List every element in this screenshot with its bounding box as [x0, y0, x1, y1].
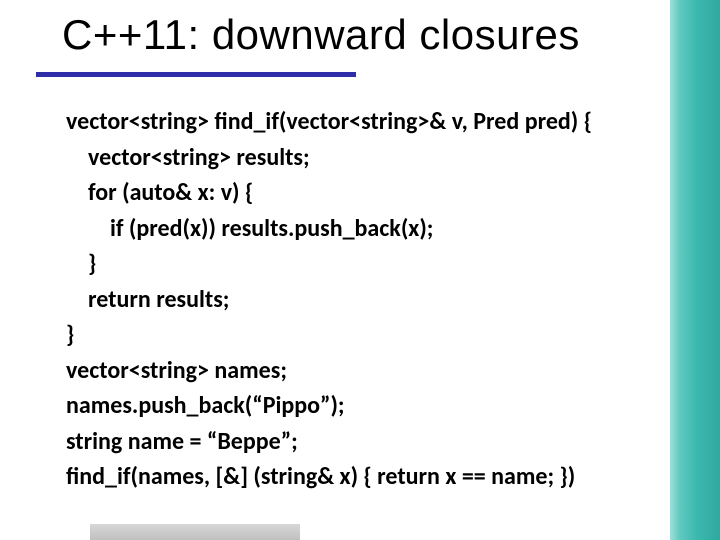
title-area: C++11: downward closures [62, 12, 660, 58]
code-line: string name = “Beppe”; [66, 424, 656, 460]
code-line: names.push_back(“Pippo”); [66, 388, 656, 424]
slide: C++11: downward closures vector<string> … [0, 0, 720, 540]
code-line: return results; [66, 282, 656, 318]
accent-strip [670, 0, 720, 540]
code-line: } [66, 246, 656, 282]
footer-block [90, 524, 300, 540]
code-line: vector<string> find_if(vector<string>& v… [66, 104, 656, 140]
code-line: for (auto& x: v) { [66, 175, 656, 211]
code-line: if (pred(x)) results.push_back(x); [66, 211, 656, 247]
code-block: vector<string> find_if(vector<string>& v… [66, 104, 656, 510]
title-rule [36, 72, 356, 77]
slide-title: C++11: downward closures [62, 12, 660, 58]
code-line: } [66, 317, 656, 353]
code-line: vector<string> results; [66, 140, 656, 176]
code-line: vector<string> names; [66, 353, 656, 389]
code-line: find_if(names, [&] (string& x) { return … [66, 459, 656, 495]
